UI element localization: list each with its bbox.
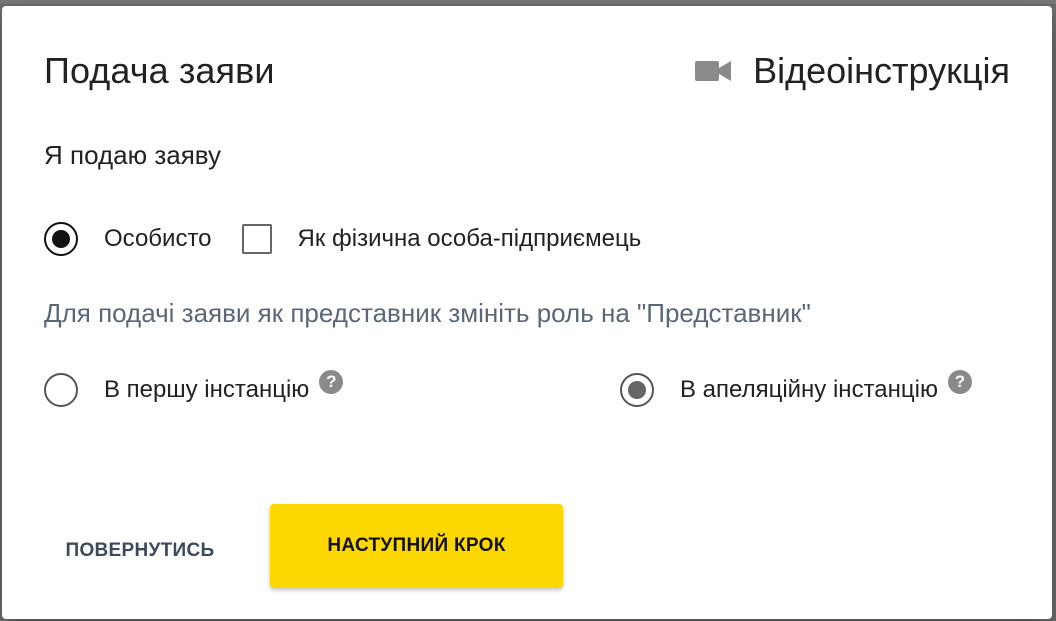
dialog-title: Подача заяви	[44, 50, 275, 91]
representative-note: Для подачі заяви як представник змініть …	[44, 298, 811, 328]
first-instance-option: В першу інстанцію ?	[44, 370, 344, 407]
help-icon[interactable]: ?	[319, 370, 344, 394]
first-instance-radio[interactable]	[44, 373, 78, 407]
applicant-subheading: Я подаю заяву	[44, 140, 222, 170]
personal-label[interactable]: Особисто	[104, 225, 212, 253]
application-dialog: Подача заяви Відеоінструкція Я подаю зая…	[2, 6, 1052, 619]
radio-dot	[628, 381, 646, 399]
next-step-button[interactable]: НАСТУПНИЙ КРОК	[270, 504, 563, 588]
help-icon[interactable]: ?	[947, 370, 972, 394]
radio-dot	[52, 230, 70, 248]
back-button[interactable]: ПОВЕРНУТИСЬ	[52, 526, 228, 576]
first-instance-label[interactable]: В першу інстанцію	[104, 376, 309, 404]
video-instruction-link[interactable]: Відеоінструкція	[695, 50, 1010, 92]
entrepreneur-checkbox[interactable]	[241, 224, 272, 254]
entrepreneur-label[interactable]: Як фізична особа-підприємець	[298, 225, 642, 253]
video-instruction-label: Відеоінструкція	[753, 50, 1010, 91]
appeal-instance-radio[interactable]	[620, 373, 654, 407]
applicant-options: Особисто Як фізична особа-підприємець	[44, 222, 641, 256]
backdrop	[0, 0, 1056, 4]
appeal-instance-label[interactable]: В апеляційну інстанцію	[680, 376, 938, 404]
videocam-icon	[695, 56, 732, 86]
appeal-instance-option: В апеляційну інстанцію ?	[620, 370, 972, 407]
personal-radio[interactable]	[44, 222, 78, 256]
